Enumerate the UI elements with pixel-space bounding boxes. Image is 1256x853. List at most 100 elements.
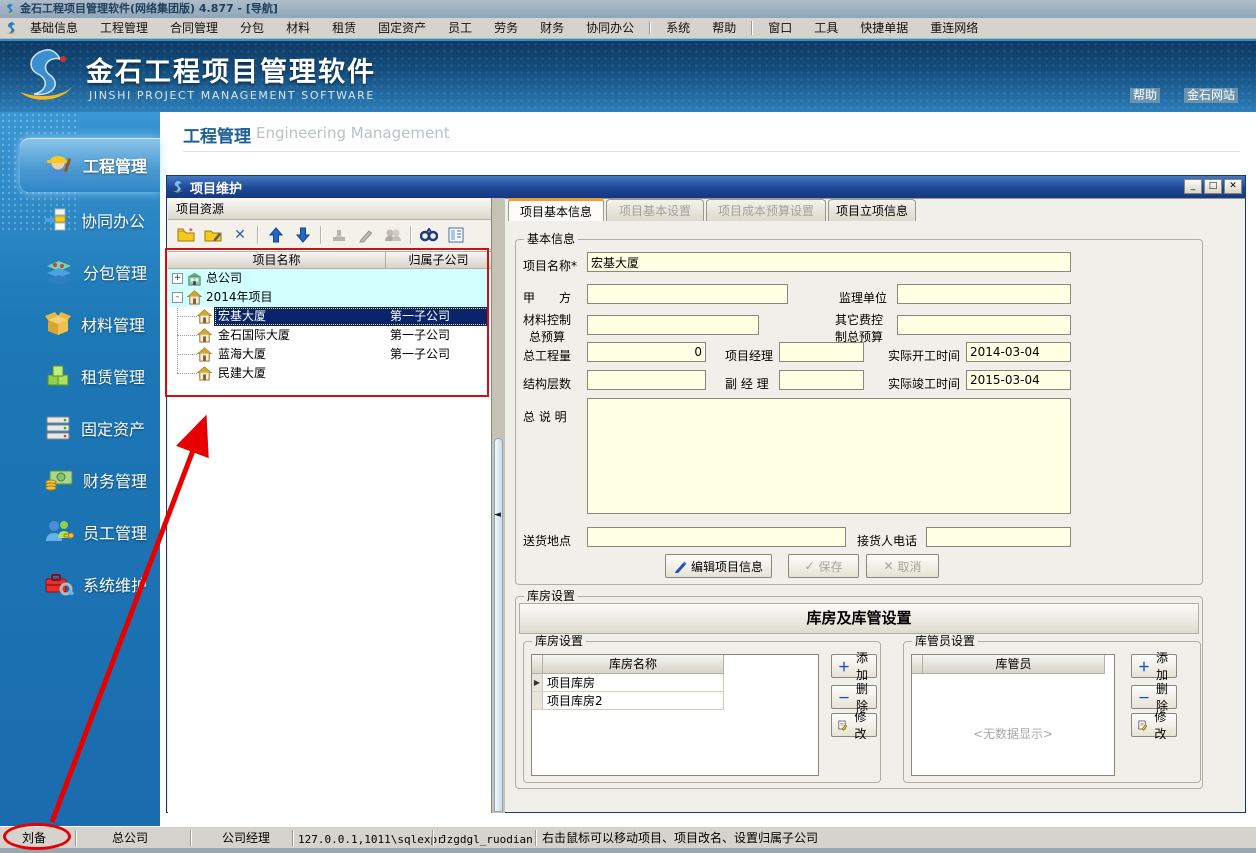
page-subtitle: Engineering Management — [256, 124, 450, 142]
tree-node-label[interactable]: 金石国际大厦 — [218, 326, 290, 345]
panel-splitter[interactable]: ◄ — [492, 198, 505, 813]
menu-item-quick-docs[interactable]: 快捷单据 — [849, 18, 919, 38]
start-date-field[interactable] — [966, 342, 1071, 362]
close-button[interactable]: ✕ — [1224, 179, 1242, 194]
receiver-phone-field[interactable] — [926, 527, 1071, 547]
floors-field[interactable] — [587, 370, 706, 390]
tree-row-2014-projects[interactable]: - 2014年项目 — [168, 288, 491, 307]
tab-project-basic-info[interactable]: 项目基本信息 — [508, 198, 604, 221]
collapse-left-icon[interactable]: ◄ — [494, 510, 501, 520]
edit-doc-icon — [1138, 719, 1147, 731]
tree-node-label[interactable]: 2014年项目 — [206, 288, 273, 307]
sidebar-item-maintenance[interactable]: 系统维护 — [0, 558, 160, 610]
splitter-handle[interactable] — [494, 438, 503, 812]
project-manager-field[interactable] — [779, 342, 864, 362]
keepers-modify-button[interactable]: 修改 — [1131, 713, 1177, 737]
deputy-manager-field[interactable] — [779, 370, 864, 390]
menu-item-tools[interactable]: 工具 — [803, 18, 849, 38]
rooms-delete-button[interactable]: －删除 — [831, 685, 877, 709]
collapse-icon[interactable]: - — [172, 292, 183, 303]
groupbox-label: 库管员设置 — [912, 634, 978, 648]
sidebar-item-subcontract[interactable]: 分包管理 — [0, 246, 160, 298]
menu-item-lease[interactable]: 租赁 — [321, 18, 367, 38]
tree-node-label[interactable]: 民建大厦 — [218, 364, 266, 383]
cancel-button[interactable]: ✕ 取消 — [866, 554, 939, 578]
tree-node-label[interactable]: 总公司 — [206, 269, 242, 288]
move-down-icon[interactable] — [293, 225, 313, 245]
tree-column-project-name[interactable]: 项目名称 — [168, 252, 386, 269]
supervisor-field[interactable] — [897, 284, 1071, 304]
expand-icon[interactable]: + — [172, 273, 183, 284]
other-budget-field[interactable] — [897, 315, 1071, 335]
menu-item-staff[interactable]: 员工 — [437, 18, 483, 38]
menu-item-finance[interactable]: 财务 — [529, 18, 575, 38]
worker-icon — [42, 150, 74, 180]
tree-row-head-office[interactable]: + 总公司 — [168, 269, 491, 288]
room-name-cell[interactable]: 项目库房 — [543, 674, 724, 692]
rooms-row[interactable]: 项目库房2 — [532, 692, 820, 710]
window-titlebar[interactable]: 项目维护 _ □ ✕ — [167, 176, 1245, 198]
menu-item-window[interactable]: 窗口 — [757, 18, 803, 38]
sidebar-item-finance[interactable]: 财务管理 — [0, 454, 160, 506]
menu-item-basic-info[interactable]: 基础信息 — [19, 18, 89, 38]
finish-date-field[interactable] — [966, 370, 1071, 390]
tab-project-basic-settings[interactable]: 项目基本设置 — [606, 199, 704, 221]
tree-node-label[interactable]: 宏基大厦 — [218, 307, 266, 326]
menu-item-material[interactable]: 材料 — [275, 18, 321, 38]
description-field[interactable] — [587, 398, 1071, 514]
sidebar-item-material[interactable]: 材料管理 — [0, 298, 160, 350]
tree-node-company[interactable]: 第一子公司 — [390, 326, 450, 345]
menu-item-collaboration[interactable]: 协同办公 — [575, 18, 645, 38]
keepers-delete-button[interactable]: －删除 — [1131, 685, 1177, 709]
groupbox-label: 库房设置 — [532, 634, 586, 648]
keepers-column-header[interactable]: 库管员 — [923, 655, 1105, 674]
tree-column-subsidiary[interactable]: 归属子公司 — [386, 252, 491, 269]
quantity-field[interactable] — [587, 342, 706, 362]
tab-project-approval-info[interactable]: 项目立项信息 — [828, 199, 916, 221]
project-name-field[interactable] — [587, 252, 1071, 272]
save-button[interactable]: ✓ 保存 — [788, 554, 859, 578]
menu-item-help[interactable]: 帮助 — [701, 18, 747, 38]
find-icon[interactable] — [419, 225, 439, 245]
maximize-button[interactable]: □ — [1204, 179, 1222, 194]
move-up-icon[interactable] — [266, 225, 286, 245]
rooms-modify-button[interactable]: 修改 — [831, 713, 877, 737]
view-options-icon[interactable] — [446, 225, 466, 245]
tree-row-lanhai[interactable]: 蓝海大厦 第一子公司 — [168, 345, 491, 364]
tree-row-minjian[interactable]: 民建大厦 — [168, 364, 491, 383]
rooms-add-button[interactable]: ＋添加 — [831, 654, 877, 678]
tab-project-cost-budget[interactable]: 项目成本预算设置 — [706, 199, 826, 221]
rooms-row[interactable]: ▶ 项目库房 — [532, 674, 820, 692]
tree-row-jinshi-intl[interactable]: 金石国际大厦 第一子公司 — [168, 326, 491, 345]
edit-folder-icon[interactable] — [203, 225, 223, 245]
menu-item-labor[interactable]: 劳务 — [483, 18, 529, 38]
sidebar-item-lease[interactable]: 租赁管理 — [0, 350, 160, 402]
menu-item-reconnect[interactable]: 重连网络 — [919, 18, 989, 38]
menu-item-engineering[interactable]: 工程管理 — [89, 18, 159, 38]
tree-node-label[interactable]: 蓝海大厦 — [218, 345, 266, 364]
party-a-field[interactable] — [587, 284, 788, 304]
new-folder-icon[interactable]: * — [176, 225, 196, 245]
edit-project-button[interactable]: 编辑项目信息 — [665, 554, 772, 578]
sidebar-item-staff[interactable]: 员工管理 — [0, 506, 160, 558]
menu-item-contract[interactable]: 合同管理 — [159, 18, 229, 38]
material-budget-field[interactable] — [587, 315, 759, 335]
banner-site-link[interactable]: 金石网站 — [1184, 88, 1238, 103]
banner-help-link[interactable]: 帮助 — [1130, 88, 1160, 103]
menu-item-fixed-assets[interactable]: 固定资产 — [367, 18, 437, 38]
grid-corner-cell — [532, 655, 543, 674]
menu-item-system[interactable]: 系统 — [655, 18, 701, 38]
delivery-address-field[interactable] — [587, 527, 846, 547]
sidebar-item-fixed-assets[interactable]: 固定资产 — [0, 402, 160, 454]
room-name-cell[interactable]: 项目库房2 — [543, 692, 724, 710]
keepers-add-button[interactable]: ＋添加 — [1131, 654, 1177, 678]
delete-icon[interactable]: ✕ — [230, 225, 250, 245]
minimize-button[interactable]: _ — [1184, 179, 1202, 194]
rooms-column-header[interactable]: 库房名称 — [543, 655, 724, 674]
tree-row-hongji[interactable]: 宏基大厦 第一子公司 — [168, 307, 491, 326]
menu-item-subcontract[interactable]: 分包 — [229, 18, 275, 38]
sidebar-item-engineering[interactable]: 工程管理 — [20, 138, 160, 192]
tree-node-company[interactable]: 第一子公司 — [390, 307, 450, 326]
tree-node-company[interactable]: 第一子公司 — [390, 345, 450, 364]
sidebar-item-collaboration[interactable]: 协同办公 — [0, 194, 160, 246]
